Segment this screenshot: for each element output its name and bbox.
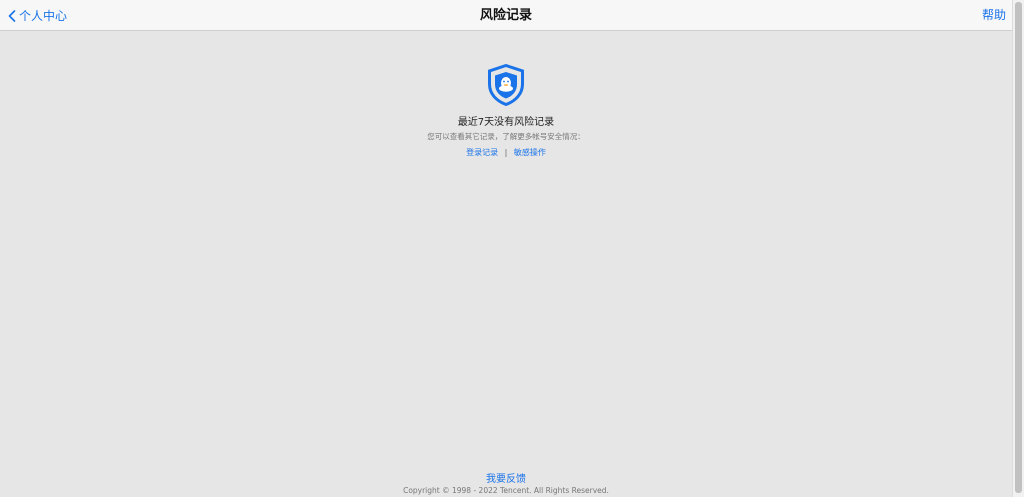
page-title: 风险记录 — [479, 8, 532, 23]
copyright-text: Copyright © 1998 - 2022 Tencent. All Rig… — [403, 486, 609, 495]
navbar: 个人中心 风险记录 帮助 — [0, 0, 1012, 31]
description-text: 您可以查看其它记录，了解更多帐号安全情况： — [427, 132, 585, 141]
feedback-row: 我要反馈 — [0, 470, 1012, 485]
no-risk-headline: 最近7天没有风险记录 — [457, 117, 555, 128]
link-separator: | — [504, 148, 508, 157]
login-records-link[interactable]: 登录记录 — [466, 148, 498, 157]
scrollbar-thumb[interactable] — [1015, 2, 1022, 493]
record-links: 登录记录 | 敏感操作 — [0, 147, 1012, 158]
help-link[interactable]: 帮助 — [982, 0, 1006, 31]
qq-shield-icon — [488, 64, 524, 106]
page: 个人中心 风险记录 帮助 最近7天没有风险记录 您可以查看其它记录，了解更多帐号… — [0, 0, 1012, 497]
feedback-link[interactable]: 我要反馈 — [486, 474, 526, 485]
sensitive-operations-link[interactable]: 敏感操作 — [514, 148, 546, 157]
vertical-scrollbar[interactable] — [1012, 0, 1024, 497]
